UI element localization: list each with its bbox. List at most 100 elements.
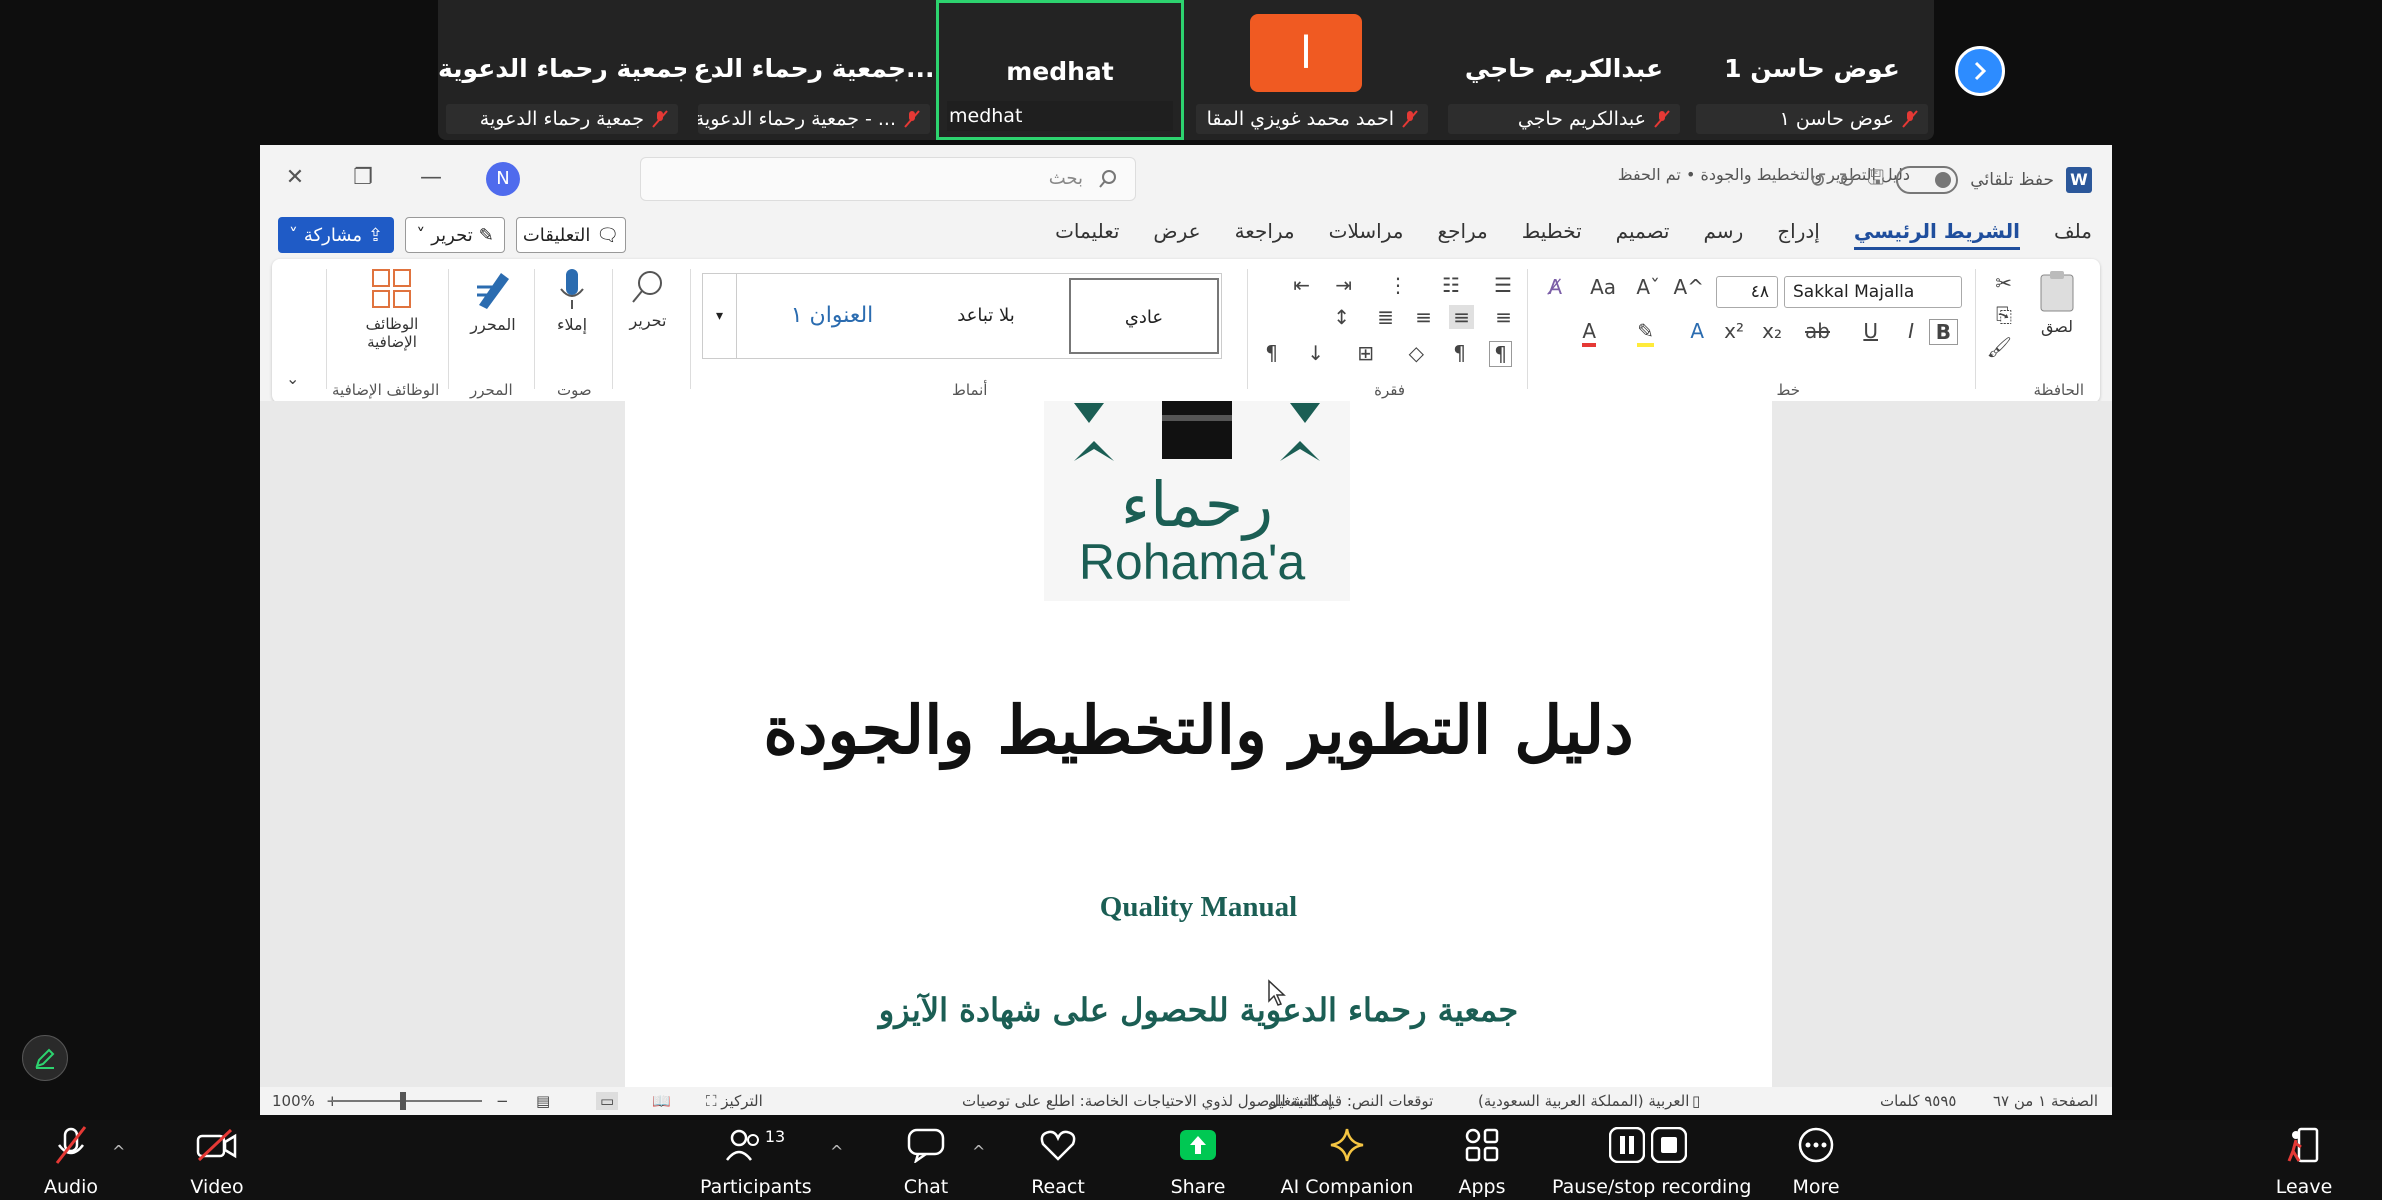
tab-help[interactable]: تعليمات [1055, 219, 1119, 250]
ltr-direction-icon[interactable]: ¶ [1453, 341, 1466, 365]
addins-button[interactable]: الوظائف الإضافية [342, 267, 442, 351]
borders-icon[interactable]: ⊞ [1357, 341, 1374, 365]
multilevel-list-icon[interactable]: ⋮ [1388, 273, 1408, 297]
web-layout-icon[interactable]: ▤ [536, 1092, 550, 1110]
undo-icon[interactable]: ↺ [1810, 168, 1827, 192]
apps-button[interactable]: Apps [1442, 1120, 1522, 1200]
text-predictions-status[interactable]: توقعات النص: قيد التشغيل [1268, 1092, 1433, 1110]
word-count[interactable]: ٩٥٩٥ كلمات [1880, 1092, 1956, 1110]
style-no-spacing[interactable]: بلا تباعد [911, 278, 1061, 354]
tab-insert[interactable]: إدراج [1777, 219, 1820, 250]
styles-expand-icon[interactable]: ▾ [703, 274, 737, 358]
participants-options-caret-icon[interactable]: ^ [830, 1142, 843, 1161]
proofing-icon[interactable]: ▯ [1692, 1092, 1700, 1110]
avatar[interactable]: N [486, 162, 520, 196]
shading-icon[interactable]: ◇ [1409, 341, 1424, 365]
video-button[interactable]: Video [176, 1120, 258, 1200]
sort-icon[interactable]: ↓ [1307, 341, 1324, 365]
participant-tile[interactable]: عبدالكريم حاجي عبدالكريم حاجي [1440, 0, 1688, 140]
close-icon[interactable]: ✕ [280, 163, 310, 193]
text-effects-icon[interactable]: A [1690, 319, 1704, 343]
chat-button[interactable]: Chat [886, 1120, 966, 1200]
increase-indent-icon[interactable]: ⇥ [1335, 273, 1352, 297]
zoom-slider-thumb[interactable] [400, 1092, 406, 1110]
comments-button[interactable]: 🗨 التعليقات [516, 217, 626, 253]
bold-icon[interactable]: B [1928, 319, 1958, 345]
font-color-icon[interactable]: A [1582, 319, 1596, 347]
annotate-pen-button[interactable] [22, 1035, 68, 1081]
copy-icon[interactable]: ⎘ [1996, 303, 2012, 327]
subscript-icon[interactable]: x₂ [1762, 319, 1782, 343]
find-button[interactable]: تحرير [618, 267, 678, 330]
numbering-icon[interactable]: ☷ [1442, 273, 1460, 297]
page-number[interactable]: الصفحة ١ من ٦٧ [1993, 1092, 2098, 1110]
font-size-select[interactable]: ٤٨ [1716, 276, 1778, 308]
cut-icon[interactable]: ✂ [1995, 271, 2012, 295]
restore-icon[interactable]: ❐ [348, 163, 378, 193]
dictate-button[interactable]: إملاء [542, 267, 602, 334]
bullets-icon[interactable]: ☰ [1494, 273, 1512, 297]
participant-tile[interactable]: ا احمد محمد غويزي المقا [1188, 0, 1436, 140]
tab-mailings[interactable]: مراسلات [1329, 219, 1404, 250]
tab-view[interactable]: عرض [1153, 219, 1200, 250]
ai-companion-button[interactable]: AI Companion [1280, 1120, 1414, 1200]
focus-mode-button[interactable]: التركيز ⛶ [706, 1092, 763, 1110]
font-name-select[interactable]: Sakkal Majalla [1784, 276, 1962, 308]
document-page[interactable]: رحماء Rohama'a دليل التطوير والتخطيط وال… [625, 401, 1772, 1091]
justify-icon[interactable]: ≣ [1377, 305, 1394, 329]
tab-design[interactable]: تصميم [1616, 219, 1670, 250]
editing-mode-button[interactable]: ✎ تحرير ˅ [405, 217, 505, 253]
autosave-toggle[interactable] [1896, 166, 1959, 194]
react-button[interactable]: React [1018, 1120, 1098, 1200]
tab-home[interactable]: الشريط الرئيسي [1853, 219, 2020, 250]
tab-file[interactable]: ملف [2054, 219, 2092, 250]
grow-font-icon[interactable]: A^ [1674, 275, 1704, 299]
tab-review[interactable]: مراجعة [1235, 219, 1295, 250]
shrink-font-icon[interactable]: Aˇ [1636, 275, 1660, 299]
participants-button[interactable]: 13 Participants [700, 1120, 812, 1200]
next-page-button[interactable] [1955, 46, 2005, 96]
decrease-indent-icon[interactable]: ⇤ [1293, 273, 1310, 297]
italic-icon[interactable]: I [1908, 319, 1914, 343]
share-button[interactable]: ⇪ مشاركة ˅ [278, 217, 394, 253]
format-painter-icon[interactable]: 🖌 [1987, 335, 2012, 359]
participant-tile-active[interactable]: medhat medhat [936, 0, 1184, 140]
search-input[interactable]: بحث [640, 157, 1136, 201]
audio-options-caret-icon[interactable]: ^ [112, 1142, 125, 1161]
save-icon[interactable]: 🖫 [1867, 163, 1884, 197]
minimize-icon[interactable]: — [416, 163, 446, 193]
strikethrough-icon[interactable]: ab [1805, 319, 1830, 343]
paste-button[interactable]: لصق [2032, 269, 2082, 336]
tab-references[interactable]: مراجع [1437, 219, 1487, 250]
participant-tile[interactable]: جمعية رحماء الدع... ... - جمعية رحماء ال… [690, 0, 938, 140]
tab-draw[interactable]: رسم [1704, 219, 1744, 250]
redo-icon[interactable]: ↻ [1838, 168, 1855, 192]
align-right-icon[interactable]: ≡ [1495, 305, 1512, 329]
language-status[interactable]: العربية (المملكة العربية السعودية) [1478, 1092, 1689, 1110]
recording-button[interactable]: Pause/stop recording [1552, 1120, 1751, 1200]
superscript-icon[interactable]: x² [1724, 319, 1744, 343]
participant-tile[interactable]: جمعية رحماء الدعوية جمعية رحماء الدعوية [438, 0, 686, 140]
read-mode-icon[interactable]: 📖 [652, 1092, 671, 1110]
participant-tile[interactable]: عوض حاسن 1 عوض حاسن ١ [1688, 0, 1936, 140]
collapse-ribbon-icon[interactable]: ⌄ [286, 369, 299, 388]
editor-button[interactable]: المحرر [458, 267, 528, 334]
zoom-slider[interactable] [332, 1092, 482, 1110]
highlight-icon[interactable]: ✎ [1637, 319, 1654, 347]
audio-button[interactable]: Audio [30, 1120, 112, 1200]
chat-options-caret-icon[interactable]: ^ [972, 1142, 985, 1161]
clear-formatting-icon[interactable]: A̸ [1548, 275, 1562, 299]
share-screen-button[interactable]: Share [1158, 1120, 1238, 1200]
rtl-direction-icon[interactable]: ¶ [1489, 341, 1512, 367]
align-left-icon[interactable]: ≡ [1415, 305, 1432, 329]
align-center-icon[interactable]: ≡ [1449, 305, 1474, 329]
more-button[interactable]: More [1776, 1120, 1856, 1200]
zoom-out-icon[interactable]: − [496, 1092, 509, 1110]
show-marks-icon[interactable]: ¶ [1265, 341, 1278, 365]
style-heading-1[interactable]: العنوان ١ [757, 278, 907, 354]
tab-layout[interactable]: تخطيط [1522, 219, 1582, 250]
underline-icon[interactable]: U [1863, 319, 1878, 343]
change-case-icon[interactable]: Aa [1590, 275, 1616, 299]
print-layout-icon[interactable]: ▭ [596, 1092, 619, 1110]
leave-button[interactable]: Leave [2264, 1120, 2344, 1200]
